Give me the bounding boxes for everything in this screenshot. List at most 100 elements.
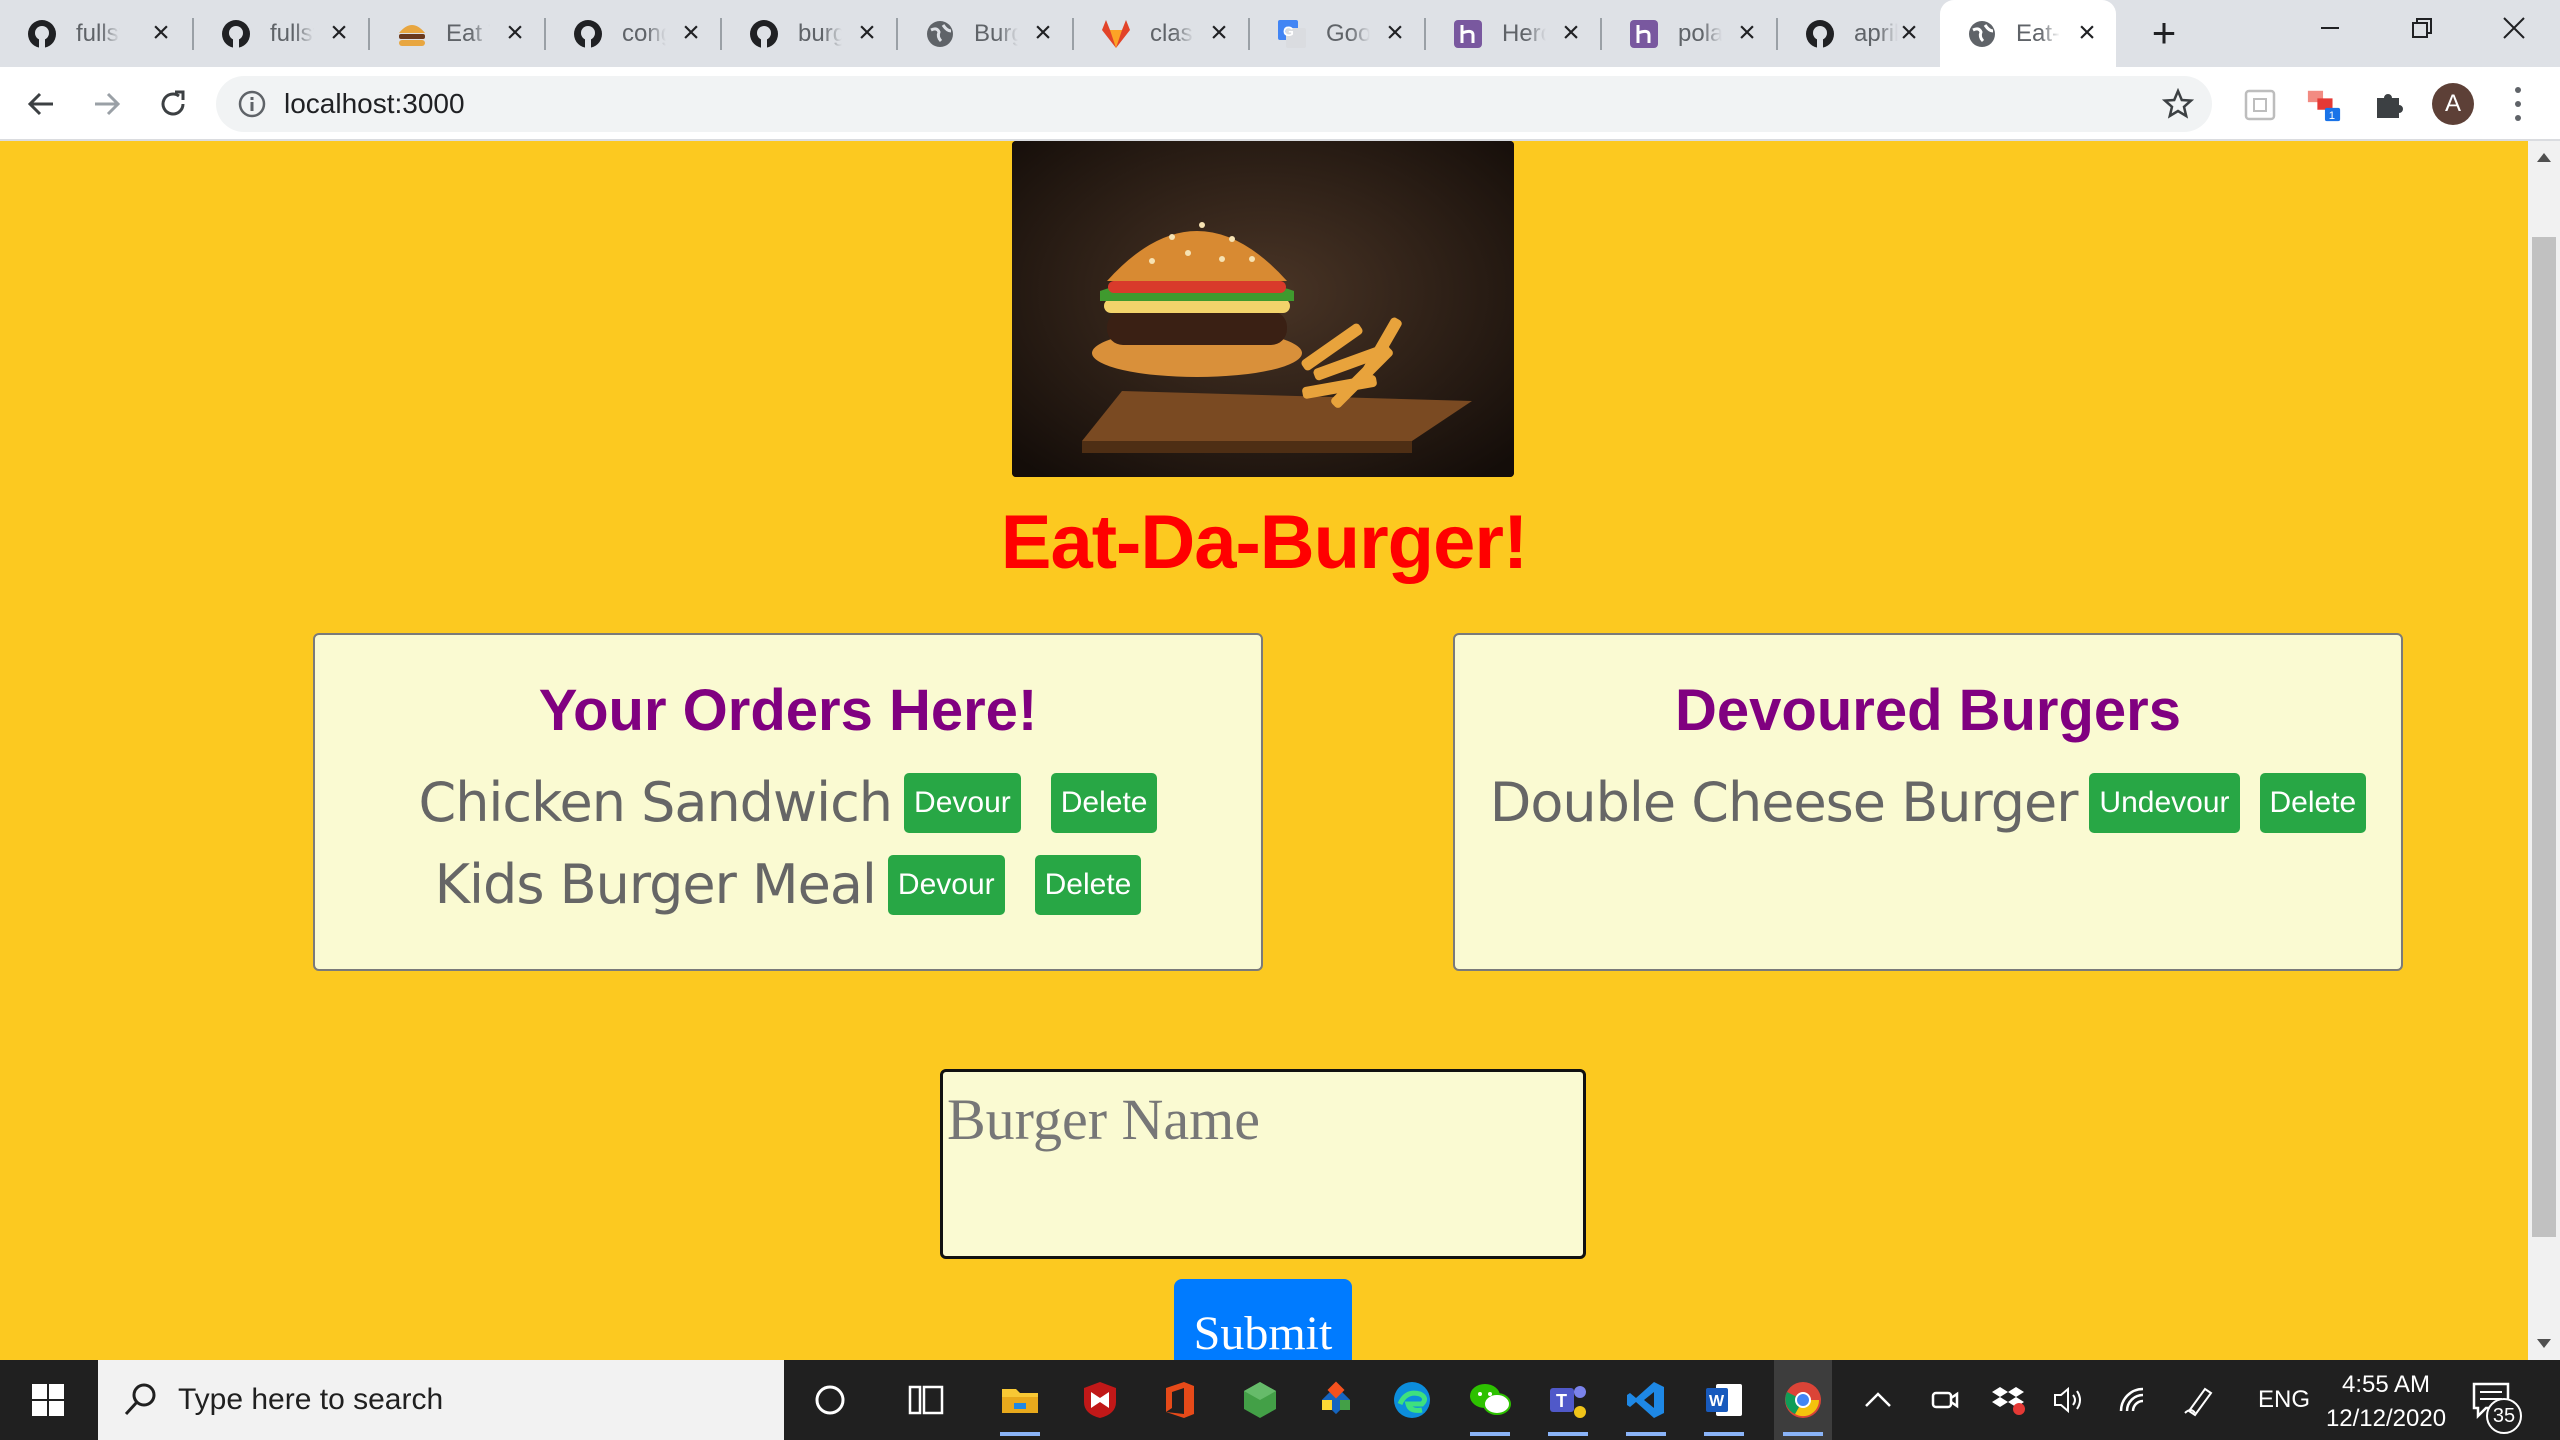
info-icon[interactable] bbox=[238, 90, 266, 118]
burger-name: Chicken Sandwich bbox=[418, 771, 894, 834]
close-tab-icon[interactable]: × bbox=[324, 18, 354, 48]
browser-tab[interactable]: cong × bbox=[546, 0, 720, 67]
browser-tab[interactable]: Burg × bbox=[898, 0, 1072, 67]
search-placeholder: Type here to search bbox=[178, 1383, 444, 1416]
address-bar[interactable]: localhost:3000 bbox=[216, 76, 2212, 132]
browser-tab[interactable]: G Goo × bbox=[1250, 0, 1424, 67]
list-item: Kids Burger Meal Devour Delete bbox=[315, 853, 1261, 916]
browser-tab[interactable]: fullst × bbox=[194, 0, 368, 67]
devour-button[interactable]: Devour bbox=[904, 772, 1021, 833]
extension-box-icon bbox=[2244, 89, 2276, 121]
close-tab-icon[interactable]: × bbox=[500, 18, 530, 48]
github-icon bbox=[26, 18, 58, 50]
pen-ink-icon[interactable] bbox=[2176, 1376, 2224, 1424]
browser-tab[interactable]: burg × bbox=[722, 0, 896, 67]
orders-card: Your Orders Here! Chicken Sandwich Devou… bbox=[313, 633, 1263, 971]
gitlab-icon bbox=[1100, 18, 1132, 50]
browser-tab[interactable]: Eat T × bbox=[370, 0, 544, 67]
scroll-up-icon[interactable] bbox=[2537, 153, 2551, 162]
extension-button[interactable] bbox=[2242, 87, 2278, 123]
node-icon[interactable] bbox=[1236, 1376, 1284, 1424]
mcafee-icon[interactable] bbox=[1076, 1376, 1124, 1424]
github-icon bbox=[220, 18, 252, 50]
github-icon bbox=[1804, 18, 1836, 50]
office-icon[interactable] bbox=[1156, 1376, 1204, 1424]
burger-hero-image bbox=[1012, 141, 1514, 477]
extension-badge: 1 bbox=[2329, 110, 2335, 122]
snip-tool-icon[interactable] bbox=[1312, 1376, 1360, 1424]
windows-logo-icon bbox=[32, 1384, 64, 1416]
taskbar-search[interactable]: Type here to search bbox=[98, 1360, 784, 1440]
submit-button[interactable]: Submit bbox=[1174, 1279, 1352, 1360]
language-indicator[interactable]: ENG bbox=[2258, 1386, 2310, 1414]
tab-title: cong bbox=[622, 19, 666, 47]
devoured-card: Devoured Burgers Double Cheese Burger Un… bbox=[1453, 633, 2403, 971]
close-tab-icon[interactable]: × bbox=[1894, 18, 1924, 48]
edge-icon[interactable] bbox=[1388, 1376, 1436, 1424]
extensions-menu-button[interactable] bbox=[2370, 87, 2406, 123]
devoured-heading: Devoured Burgers bbox=[1674, 678, 2182, 743]
reload-icon bbox=[161, 90, 185, 116]
burger-name-input[interactable] bbox=[940, 1069, 1586, 1259]
scrollbar-thumb[interactable] bbox=[2532, 237, 2556, 1237]
browser-menu-icon[interactable] bbox=[2508, 83, 2528, 125]
bookmark-star-icon[interactable] bbox=[2162, 88, 2194, 120]
browser-tab[interactable]: april × bbox=[1778, 0, 1938, 67]
dropbox-icon[interactable] bbox=[1984, 1376, 2032, 1424]
google-translate-icon: G bbox=[1276, 18, 1308, 50]
close-tab-icon[interactable]: × bbox=[1732, 18, 1762, 48]
close-tab-icon[interactable]: × bbox=[1556, 18, 1586, 48]
browser-tab[interactable]: class × bbox=[1074, 0, 1248, 67]
back-button[interactable] bbox=[20, 83, 62, 125]
tray-overflow-icon[interactable] bbox=[1854, 1376, 1902, 1424]
clock[interactable]: 4:55 AM 12/12/2020 bbox=[2316, 1368, 2456, 1436]
profile-avatar[interactable]: A bbox=[2432, 83, 2474, 125]
page-scrollbar[interactable] bbox=[2528, 141, 2560, 1360]
browser-tab-active[interactable]: Eat- × bbox=[1940, 0, 2116, 67]
start-button[interactable] bbox=[0, 1360, 96, 1440]
close-tab-icon[interactable]: × bbox=[146, 18, 176, 48]
scroll-down-icon[interactable] bbox=[2537, 1339, 2551, 1348]
tab-title: april bbox=[1854, 19, 1898, 47]
restore-icon bbox=[2412, 18, 2432, 38]
meet-now-icon[interactable] bbox=[1920, 1376, 1968, 1424]
minimize-button[interactable] bbox=[2284, 0, 2376, 56]
svg-text:T: T bbox=[1556, 1391, 1567, 1411]
browser-tab[interactable]: fullst × bbox=[0, 0, 190, 67]
vscode-icon[interactable] bbox=[1622, 1376, 1670, 1436]
delete-button[interactable]: Delete bbox=[1034, 854, 1142, 915]
heroku-icon bbox=[1628, 18, 1660, 50]
url-text[interactable]: localhost:3000 bbox=[284, 88, 465, 120]
close-tab-icon[interactable]: × bbox=[676, 18, 706, 48]
close-tab-icon[interactable]: × bbox=[1204, 18, 1234, 48]
clock-time: 4:55 AM bbox=[2341, 1371, 2431, 1398]
notification-count-badge: 35 bbox=[2486, 1398, 2522, 1434]
search-icon bbox=[124, 1383, 156, 1416]
close-window-button[interactable] bbox=[2468, 0, 2560, 56]
chrome-icon[interactable] bbox=[1779, 1376, 1827, 1436]
close-tab-icon[interactable]: × bbox=[2072, 18, 2102, 48]
delete-button[interactable]: Delete bbox=[1050, 772, 1158, 833]
word-icon[interactable]: W bbox=[1700, 1376, 1748, 1436]
extension-button[interactable]: 1 bbox=[2306, 87, 2342, 123]
task-view-icon[interactable] bbox=[902, 1376, 950, 1424]
restore-button[interactable] bbox=[2376, 0, 2468, 56]
close-tab-icon[interactable]: × bbox=[852, 18, 882, 48]
devour-button[interactable]: Devour bbox=[887, 854, 1005, 915]
tab-title: burg bbox=[798, 19, 842, 47]
browser-tab[interactable]: Hero × bbox=[1426, 0, 1600, 67]
close-tab-icon[interactable]: × bbox=[1380, 18, 1410, 48]
forward-button[interactable] bbox=[86, 83, 128, 125]
cortana-icon[interactable] bbox=[806, 1376, 854, 1424]
teams-icon[interactable]: T bbox=[1544, 1376, 1592, 1436]
close-tab-icon[interactable]: × bbox=[1028, 18, 1058, 48]
browser-tab[interactable]: pola × bbox=[1602, 0, 1776, 67]
reload-button[interactable] bbox=[152, 83, 194, 125]
wifi-icon[interactable] bbox=[2110, 1376, 2158, 1424]
wechat-icon[interactable] bbox=[1466, 1376, 1514, 1436]
new-tab-button[interactable]: + bbox=[2142, 12, 2186, 56]
delete-button[interactable]: Delete bbox=[2259, 772, 2367, 833]
undevour-button[interactable]: Undevour bbox=[2089, 772, 2240, 833]
volume-icon[interactable] bbox=[2046, 1376, 2094, 1424]
file-explorer-icon[interactable] bbox=[996, 1376, 1044, 1436]
